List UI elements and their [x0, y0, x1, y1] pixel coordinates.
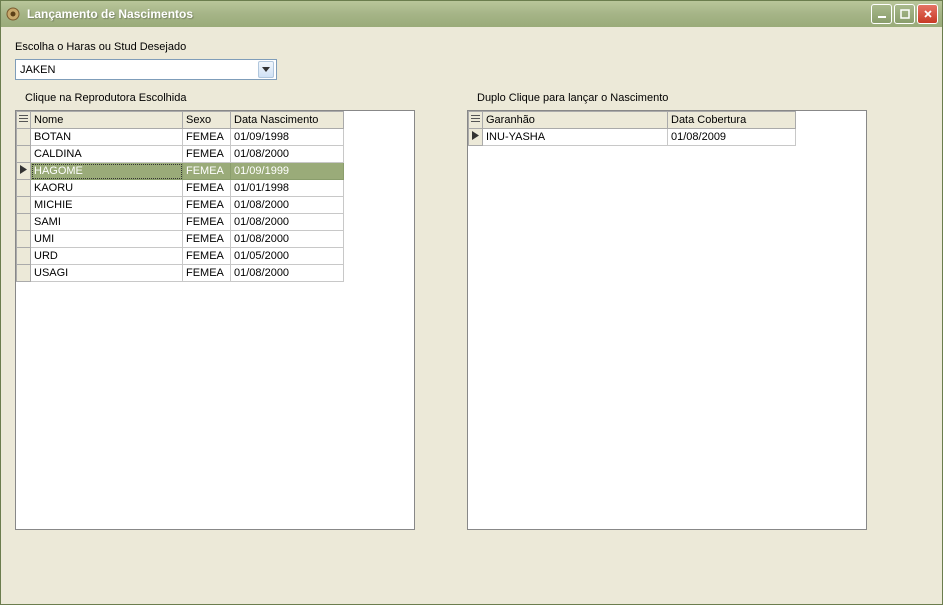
- row-indicator: [17, 146, 31, 163]
- left-panel-label: Clique na Reprodutora Escolhida: [25, 92, 415, 104]
- table-row[interactable]: HAGOMEFEMEA01/09/1999: [17, 163, 344, 180]
- list-icon: [19, 114, 28, 123]
- stud-select-value: JAKEN: [20, 64, 258, 76]
- row-indicator: [17, 163, 31, 180]
- col-sexo[interactable]: Sexo: [183, 112, 231, 129]
- row-indicator: [17, 248, 31, 265]
- row-indicator: [17, 231, 31, 248]
- cell-sexo[interactable]: FEMEA: [183, 214, 231, 231]
- col-data-nascimento[interactable]: Data Nascimento: [231, 112, 344, 129]
- cell-nome[interactable]: UMI: [31, 231, 183, 248]
- mares-header-row: Nome Sexo Data Nascimento: [17, 112, 344, 129]
- cell-sexo[interactable]: FEMEA: [183, 197, 231, 214]
- table-row[interactable]: MICHIEFEMEA01/08/2000: [17, 197, 344, 214]
- cell-data[interactable]: 01/05/2000: [231, 248, 344, 265]
- cell-nome[interactable]: SAMI: [31, 214, 183, 231]
- table-row[interactable]: INU-YASHA01/08/2009: [469, 129, 796, 146]
- row-header-corner[interactable]: [469, 112, 483, 129]
- table-row[interactable]: BOTANFEMEA01/09/1998: [17, 129, 344, 146]
- cell-nome[interactable]: HAGOME: [31, 163, 183, 180]
- stud-select[interactable]: JAKEN: [15, 59, 277, 80]
- window-buttons: [871, 4, 938, 24]
- cell-sexo[interactable]: FEMEA: [183, 248, 231, 265]
- col-data-cobertura[interactable]: Data Cobertura: [668, 112, 796, 129]
- app-icon: [5, 6, 21, 22]
- row-indicator: [469, 129, 483, 146]
- window-title: Lançamento de Nascimentos: [27, 7, 871, 21]
- chevron-down-icon: [262, 67, 270, 73]
- close-button[interactable]: [917, 4, 938, 24]
- cell-data[interactable]: 01/01/1998: [231, 180, 344, 197]
- minimize-button[interactable]: [871, 4, 892, 24]
- cell-nome[interactable]: URD: [31, 248, 183, 265]
- coverings-header-row: Garanhão Data Cobertura: [469, 112, 796, 129]
- cell-nome[interactable]: CALDINA: [31, 146, 183, 163]
- row-indicator: [17, 265, 31, 282]
- right-panel-label: Duplo Clique para lançar o Nascimento: [477, 92, 867, 104]
- mares-grid[interactable]: Nome Sexo Data Nascimento BOTANFEMEA01/0…: [16, 111, 344, 282]
- panels: Clique na Reprodutora Escolhida: [15, 92, 928, 530]
- titlebar[interactable]: Lançamento de Nascimentos: [1, 1, 942, 27]
- col-nome[interactable]: Nome: [31, 112, 183, 129]
- window-frame: Lançamento de Nascimentos Escolha o Hara…: [0, 0, 943, 605]
- cell-sexo[interactable]: FEMEA: [183, 146, 231, 163]
- cell-data[interactable]: 01/08/2009: [668, 129, 796, 146]
- row-pointer-icon: [472, 131, 479, 143]
- cell-data[interactable]: 01/09/1998: [231, 129, 344, 146]
- cell-data[interactable]: 01/09/1999: [231, 163, 344, 180]
- cell-data[interactable]: 01/08/2000: [231, 146, 344, 163]
- coverings-grid-panel[interactable]: Garanhão Data Cobertura INU-YASHA01/08/2…: [467, 110, 867, 530]
- row-indicator: [17, 197, 31, 214]
- cell-sexo[interactable]: FEMEA: [183, 265, 231, 282]
- coverings-grid[interactable]: Garanhão Data Cobertura INU-YASHA01/08/2…: [468, 111, 796, 146]
- table-row[interactable]: UMIFEMEA01/08/2000: [17, 231, 344, 248]
- row-pointer-icon: [20, 165, 27, 177]
- cell-data[interactable]: 01/08/2000: [231, 231, 344, 248]
- left-panel-wrapper: Clique na Reprodutora Escolhida: [15, 92, 415, 530]
- cell-sexo[interactable]: FEMEA: [183, 129, 231, 146]
- cell-nome[interactable]: MICHIE: [31, 197, 183, 214]
- cell-sexo[interactable]: FEMEA: [183, 180, 231, 197]
- dropdown-button[interactable]: [258, 61, 274, 78]
- cell-data[interactable]: 01/08/2000: [231, 214, 344, 231]
- cell-data[interactable]: 01/08/2000: [231, 265, 344, 282]
- maximize-button[interactable]: [894, 4, 915, 24]
- table-row[interactable]: USAGIFEMEA01/08/2000: [17, 265, 344, 282]
- stud-prompt: Escolha o Haras ou Stud Desejado: [15, 41, 928, 53]
- content-area: Escolha o Haras ou Stud Desejado JAKEN C…: [1, 27, 942, 604]
- cell-garanhao[interactable]: INU-YASHA: [483, 129, 668, 146]
- right-panel-wrapper: Duplo Clique para lançar o Nascimento: [467, 92, 867, 530]
- cell-sexo[interactable]: FEMEA: [183, 163, 231, 180]
- table-row[interactable]: KAORUFEMEA01/01/1998: [17, 180, 344, 197]
- cell-data[interactable]: 01/08/2000: [231, 197, 344, 214]
- row-indicator: [17, 129, 31, 146]
- table-row[interactable]: CALDINAFEMEA01/08/2000: [17, 146, 344, 163]
- cell-nome[interactable]: USAGI: [31, 265, 183, 282]
- row-header-corner[interactable]: [17, 112, 31, 129]
- row-indicator: [17, 214, 31, 231]
- table-row[interactable]: SAMIFEMEA01/08/2000: [17, 214, 344, 231]
- cell-nome[interactable]: KAORU: [31, 180, 183, 197]
- table-row[interactable]: URDFEMEA01/05/2000: [17, 248, 344, 265]
- list-icon: [471, 114, 480, 123]
- mares-grid-panel[interactable]: Nome Sexo Data Nascimento BOTANFEMEA01/0…: [15, 110, 415, 530]
- cell-nome[interactable]: BOTAN: [31, 129, 183, 146]
- col-garanhao[interactable]: Garanhão: [483, 112, 668, 129]
- cell-sexo[interactable]: FEMEA: [183, 231, 231, 248]
- row-indicator: [17, 180, 31, 197]
